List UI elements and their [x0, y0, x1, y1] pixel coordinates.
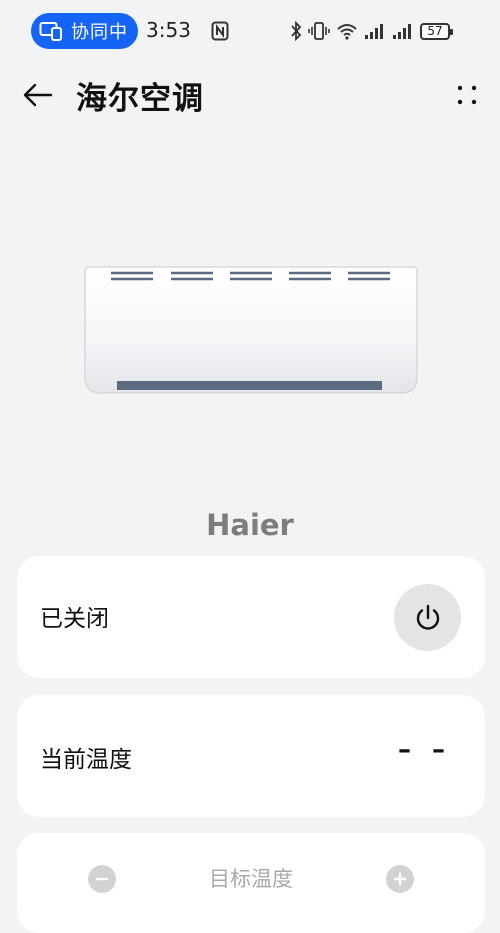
arrow-left-icon [23, 83, 53, 107]
plus-icon [393, 872, 407, 886]
more-options-button[interactable] [452, 75, 482, 115]
current-temperature-label: 当前温度 [40, 747, 132, 773]
signal-icon [365, 24, 383, 39]
status-icons: 57 [290, 18, 453, 44]
status-bar: 协同中 3:53 57 [0, 0, 500, 64]
brand-logo: Haier [206, 508, 294, 542]
current-temperature-card: 当前温度 – – [17, 695, 485, 817]
target-temperature-row: 目标温度 [17, 861, 485, 897]
bluetooth-icon [291, 21, 302, 41]
increase-temperature-button[interactable] [386, 865, 414, 893]
page-title: 海尔空调 [76, 81, 204, 117]
clock: 3:53 [146, 18, 191, 42]
power-button[interactable] [394, 584, 461, 651]
multi-device-icon [39, 22, 62, 41]
battery-level: 57 [427, 24, 443, 38]
vibrate-icon [308, 22, 330, 40]
power-card: 已关闭 [17, 556, 485, 678]
more-dots-icon [457, 85, 477, 105]
nfc-icon [211, 21, 229, 41]
back-button[interactable] [18, 75, 58, 115]
signal-icon [393, 24, 411, 39]
power-icon [416, 604, 439, 630]
air-conditioner-image [84, 266, 418, 394]
collaboration-pill[interactable]: 协同中 [31, 13, 138, 49]
collaboration-label: 协同中 [71, 22, 128, 43]
current-temperature-value: – – [397, 735, 451, 765]
app-header: 海尔空调 [0, 64, 500, 124]
battery-icon: 57 [420, 22, 453, 40]
power-status-label: 已关闭 [40, 606, 109, 632]
target-temperature-card: 目标温度 [17, 833, 485, 933]
target-temperature-label: 目标温度 [209, 867, 293, 891]
wifi-icon [337, 24, 357, 40]
